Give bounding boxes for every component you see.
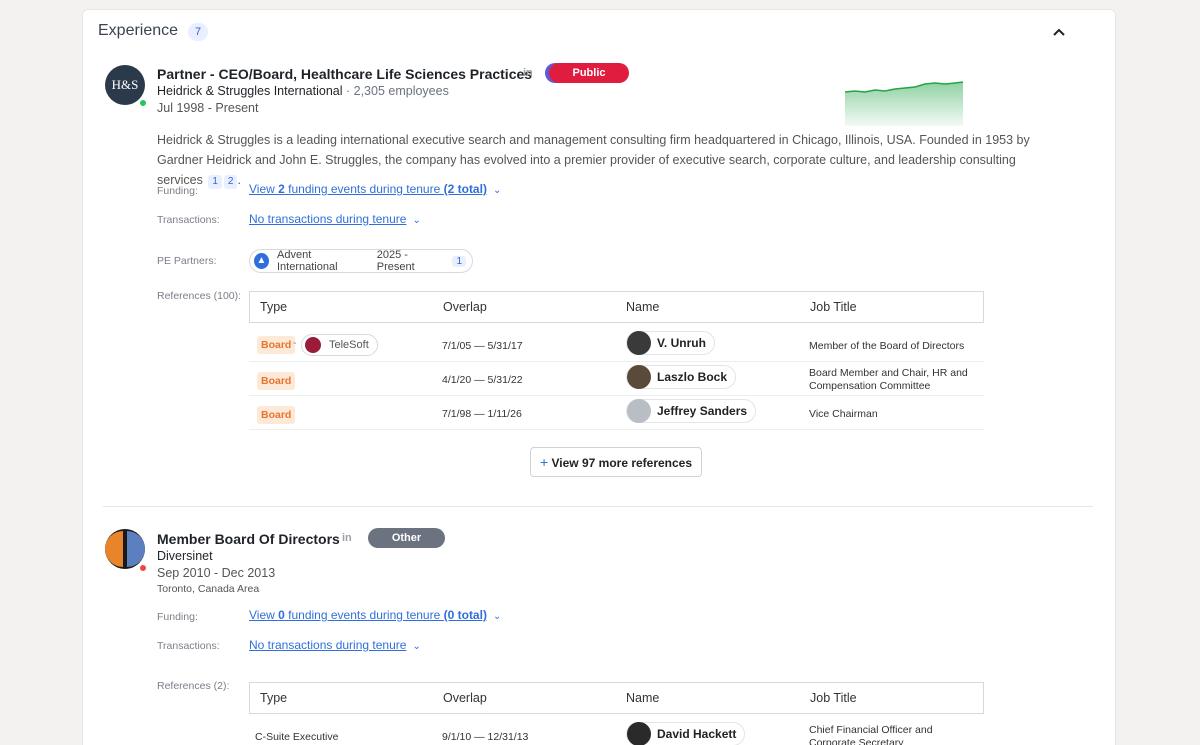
transactions-link[interactable]: No transactions during tenure ⌄	[249, 212, 421, 226]
status-badge-public: Public	[549, 63, 629, 83]
pe-partners-label: PE Partners:	[157, 255, 217, 267]
table-row: Board 7/1/98 — 1/11/26 Jeffrey Sanders V…	[249, 396, 984, 430]
pe-partner-chip[interactable]: ▲ Advent International 2025 - Present 1	[249, 249, 473, 273]
avatar	[627, 399, 651, 423]
role-title: Member Board Of Directors	[157, 531, 340, 547]
col-overlap: Overlap	[443, 691, 487, 705]
type-tag: Board	[257, 372, 296, 390]
company-logo[interactable]: H&S	[105, 65, 145, 105]
col-overlap: Overlap	[443, 300, 487, 314]
chevron-up-icon[interactable]	[1049, 22, 1069, 42]
person-chip[interactable]: Jeffrey Sanders	[626, 399, 757, 423]
person-chip[interactable]: David Hackett	[626, 722, 746, 745]
job-title: Vice Chairman	[809, 408, 878, 420]
plus-icon: +	[539, 454, 549, 470]
status-badge-other: Other	[368, 528, 445, 548]
chevron-down-icon[interactable]: ⌄	[412, 215, 420, 226]
col-job-title: Job Title	[810, 300, 857, 314]
experience-count-badge: 7	[188, 23, 208, 41]
linkedin-icon[interactable]: in	[523, 67, 533, 79]
funding-link[interactable]: View 2 funding events during tenure (2 t…	[249, 182, 501, 196]
company-line: Heidrick & Struggles International · 2,3…	[157, 84, 449, 98]
view-more-references-button[interactable]: + View 97 more references	[530, 447, 702, 477]
transactions-label: Transactions:	[157, 214, 220, 226]
table-row: Board 4/1/20 — 5/31/22 Laszlo Bock Board…	[249, 362, 984, 396]
tenure-dates: Jul 1998 - Present	[157, 101, 259, 115]
company-logo[interactable]	[104, 528, 146, 570]
pe-partner-name: Advent International	[277, 249, 338, 273]
type-tag: Board	[257, 336, 296, 354]
linkedin-icon[interactable]: in	[342, 532, 352, 544]
job-title: Board Member and Chair, HR and Compensati…	[809, 367, 968, 392]
company-description: Heidrick & Struggles is a leading intern…	[157, 133, 1030, 189]
transactions-label: Transactions:	[157, 640, 220, 652]
col-type: Type	[260, 691, 288, 705]
references-label: References (2):	[157, 680, 230, 692]
funding-link[interactable]: View 0 funding events during tenure (0 t…	[249, 608, 501, 622]
divider	[103, 506, 1093, 507]
type-tag: Board	[257, 406, 296, 424]
company-name[interactable]: Heidrick & Struggles International	[157, 84, 343, 98]
location: Toronto, Canada Area	[157, 583, 260, 595]
company-name[interactable]: Diversinet	[157, 549, 213, 563]
pe-partner-count: 1	[452, 255, 466, 267]
table-row: Board - TeleSoft 7/1/05 — 5/31/17 V. Unr…	[249, 328, 984, 362]
references-label: References (100):	[157, 290, 242, 302]
col-name: Name	[626, 300, 660, 314]
col-name: Name	[626, 691, 660, 705]
transactions-link[interactable]: No transactions during tenure ⌄	[249, 638, 421, 652]
person-chip[interactable]: V. Unruh	[626, 331, 715, 355]
telesoft-logo-icon	[305, 337, 321, 353]
job-title: Chief Financial Officer and Corporate Sec…	[809, 724, 933, 745]
advent-logo-icon: ▲	[254, 253, 269, 269]
avatar	[627, 722, 651, 745]
pe-partner-dates: 2025 - Present	[376, 249, 415, 273]
role-title: Partner - CEO/Board, Healthcare Life Sci…	[157, 66, 533, 82]
tenure-dates: Sep 2010 - Dec 2013	[157, 566, 276, 580]
avatar	[627, 365, 651, 389]
avatar	[627, 331, 651, 355]
funding-label: Funding:	[157, 185, 198, 197]
section-title: Experience	[98, 22, 179, 39]
references-table-header: Type Overlap Name Job Title	[249, 682, 984, 714]
status-dot	[139, 564, 147, 572]
stock-sparkline	[844, 81, 964, 126]
table-row: C-Suite Executive 9/1/10 — 12/31/13 Davi…	[249, 720, 984, 745]
experience-card: Experience 7 H&S Partner - CEO/Board, He…	[82, 9, 1116, 745]
overlap-dates: 4/1/20 — 5/31/22	[442, 374, 523, 386]
col-type: Type	[260, 300, 288, 314]
person-chip[interactable]: Laszlo Bock	[626, 365, 737, 389]
job-title: Member of the Board of Directors	[809, 340, 965, 352]
col-job-title: Job Title	[810, 691, 857, 705]
references-table-header: Type Overlap Name Job Title	[249, 291, 984, 323]
chevron-down-icon[interactable]: ⌄	[493, 185, 501, 196]
overlap-dates: 7/1/05 — 5/31/17	[442, 340, 523, 352]
citation-2[interactable]: 2	[223, 175, 238, 189]
citation-1[interactable]: 1	[208, 175, 222, 189]
company-chip[interactable]: TeleSoft	[301, 334, 378, 356]
overlap-dates: 9/1/10 — 12/31/13	[442, 731, 529, 743]
type-text: C-Suite Executive	[255, 731, 339, 743]
employee-count: · 2,305 employees	[342, 84, 449, 98]
status-dot	[139, 99, 147, 107]
chevron-down-icon[interactable]: ⌄	[412, 641, 420, 652]
overlap-dates: 7/1/98 — 1/11/26	[442, 408, 522, 420]
funding-label: Funding:	[157, 611, 198, 623]
chevron-down-icon[interactable]: ⌄	[493, 611, 501, 622]
